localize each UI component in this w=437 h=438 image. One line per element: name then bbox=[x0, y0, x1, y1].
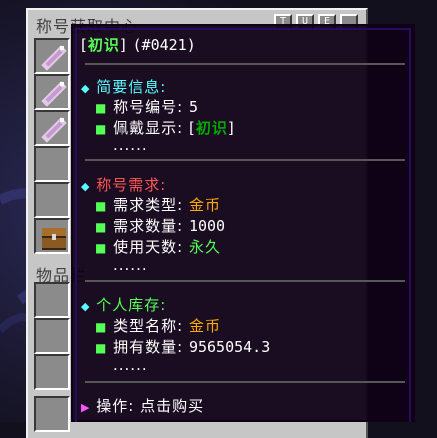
diamond-bullet-icon: ◆ bbox=[81, 82, 91, 95]
display-label: 佩戴显示: bbox=[113, 119, 189, 137]
stock-type-value: 金币 bbox=[188, 317, 221, 335]
basic-info-heading: ◆ 简要信息: bbox=[81, 76, 166, 97]
chest-icon bbox=[42, 228, 66, 250]
display-bracket-open: [ bbox=[188, 119, 196, 137]
id-row: ■ 称号编号: 5 bbox=[95, 96, 198, 117]
title-bracket-open: [ bbox=[81, 36, 88, 54]
display-value: 初识 bbox=[195, 119, 228, 137]
requirement-days-row: ■ 使用天数: 永久 bbox=[95, 236, 221, 257]
inventory-slot[interactable] bbox=[34, 282, 70, 318]
square-bullet-icon: ■ bbox=[95, 220, 108, 234]
square-bullet-icon: ■ bbox=[95, 101, 108, 115]
diamond-bullet-icon: ◆ bbox=[81, 300, 91, 313]
requirement-type-value: 金币 bbox=[188, 196, 221, 214]
square-bullet-icon: ■ bbox=[95, 199, 108, 213]
name-tag-icon bbox=[41, 81, 67, 107]
square-bullet-icon: ■ bbox=[95, 122, 108, 136]
triangle-bullet-icon: ▶ bbox=[81, 401, 91, 414]
requirement-more: ...... bbox=[113, 256, 148, 274]
requirement-type-row: ■ 需求类型: 金币 bbox=[95, 194, 221, 215]
inventory-slot[interactable] bbox=[34, 146, 70, 182]
requirement-heading: ◆ 称号需求: bbox=[81, 174, 166, 195]
action-label: 操作: bbox=[96, 397, 141, 415]
basic-info-more: ...... bbox=[113, 136, 148, 154]
separator bbox=[85, 159, 405, 161]
requirement-heading-text: 称号需求: bbox=[96, 176, 167, 194]
name-tag-icon bbox=[41, 45, 67, 71]
stock-amount-value: 9565054.3 bbox=[188, 338, 271, 356]
action-value: 点击购买 bbox=[140, 397, 205, 415]
display-bracket-close: ] bbox=[227, 119, 235, 137]
requirement-amount-row: ■ 需求数量: 1000 bbox=[95, 215, 225, 236]
stock-heading-text: 个人库存: bbox=[96, 296, 167, 314]
requirement-days-value: 永久 bbox=[188, 238, 221, 256]
separator bbox=[85, 280, 405, 282]
stock-heading: ◆ 个人库存: bbox=[81, 294, 166, 315]
diamond-bullet-icon: ◆ bbox=[81, 180, 91, 193]
basic-info-heading-text: 简要信息: bbox=[96, 78, 167, 96]
stock-type-label: 类型名称: bbox=[113, 317, 189, 335]
stock-more: ...... bbox=[113, 356, 148, 374]
requirement-amount-value: 1000 bbox=[188, 217, 226, 235]
inventory-slot[interactable] bbox=[34, 110, 70, 146]
separator bbox=[85, 381, 405, 383]
inventory-slot[interactable] bbox=[34, 396, 70, 432]
inventory-slot[interactable] bbox=[34, 318, 70, 354]
display-row: ■ 佩戴显示: [初识] bbox=[95, 117, 235, 138]
separator bbox=[85, 63, 405, 65]
title-id: (#0421) bbox=[132, 36, 196, 54]
stock-type-row: ■ 类型名称: 金币 bbox=[95, 315, 221, 336]
title-name: 初识 bbox=[87, 36, 120, 54]
requirement-type-label: 需求类型: bbox=[113, 196, 189, 214]
inventory-slot[interactable] bbox=[34, 354, 70, 390]
square-bullet-icon: ■ bbox=[95, 320, 108, 334]
stock-amount-row: ■ 拥有数量: 9565054.3 bbox=[95, 336, 270, 357]
tooltip-title: [初识] (#0421) bbox=[81, 34, 196, 55]
requirement-days-label: 使用天数: bbox=[113, 238, 189, 256]
id-value: 5 bbox=[188, 98, 198, 116]
name-tag-icon bbox=[41, 117, 67, 143]
action-row: ▶ 操作: 点击购买 bbox=[81, 395, 204, 416]
square-bullet-icon: ■ bbox=[95, 241, 108, 255]
square-bullet-icon: ■ bbox=[95, 341, 108, 355]
inventory-slot[interactable] bbox=[34, 74, 70, 110]
stock-amount-label: 拥有数量: bbox=[113, 338, 189, 356]
inventory-slot[interactable] bbox=[34, 38, 70, 74]
inventory-slot[interactable] bbox=[34, 218, 70, 254]
id-label: 称号编号: bbox=[113, 98, 189, 116]
title-bracket-close: ] bbox=[119, 36, 127, 54]
requirement-amount-label: 需求数量: bbox=[113, 217, 189, 235]
item-tooltip: [初识] (#0421) ◆ 简要信息: ■ 称号编号: 5 ■ 佩戴显示: [… bbox=[71, 24, 415, 422]
inventory-slot[interactable] bbox=[34, 182, 70, 218]
